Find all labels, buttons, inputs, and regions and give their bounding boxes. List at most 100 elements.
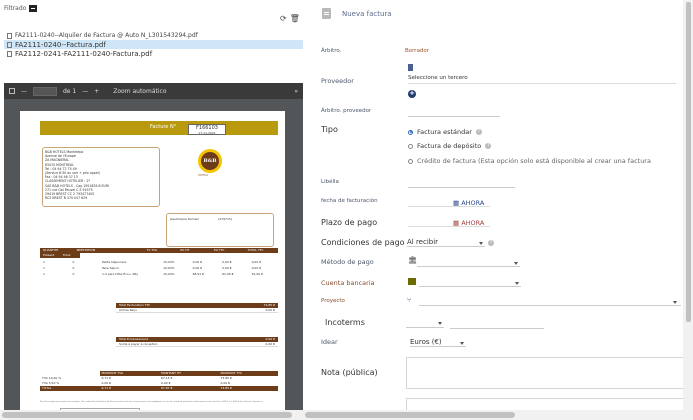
logo-caption: HOTELS — [198, 174, 208, 177]
page-number-input[interactable] — [33, 86, 57, 96]
bank-building-icon: 🏛 — [408, 256, 417, 264]
info-icon: ? — [485, 143, 492, 149]
currency-select[interactable]: Euros (€) — [410, 338, 466, 347]
file-list: FA2111-0240--Alquiler de Factura @ Auto … — [4, 31, 303, 58]
plazo-label: Plazo de pago — [321, 218, 378, 227]
libelle-input[interactable] — [408, 187, 515, 188]
fine-print: Pas d'escompte pour paiement anticipé. U… — [40, 401, 264, 403]
chevron-down-icon[interactable] — [673, 301, 677, 304]
cell: 1 — [43, 272, 45, 276]
plazo-now-button[interactable]: ▦ AHORA — [453, 219, 484, 227]
fecha-now-button[interactable]: ▦ AHORA — [453, 199, 484, 207]
incoterms-location-input[interactable] — [450, 328, 544, 329]
radio-credit-invoice: Crédito de factura (Esta opción solo est… — [408, 157, 651, 165]
file-item[interactable]: FA2112-0241-FA2111-0240-Factura.pdf — [4, 49, 303, 58]
cell: 0 — [72, 272, 75, 276]
subcol-header: Futur — [63, 253, 71, 257]
fecha-label: fecha de facturación — [321, 198, 378, 204]
cuenta-label: Cuenta bancaria — [321, 279, 375, 287]
public-note-textarea[interactable] — [406, 357, 689, 389]
vertical-scrollbar-thumb[interactable] — [686, 2, 691, 322]
items-table: 1 0 Petits Déjeuners 10,00% 0,00 € 0,00 … — [40, 259, 278, 277]
horizontal-scrollbar-thumb[interactable] — [305, 412, 515, 418]
add-third-party-icon[interactable]: + — [408, 90, 416, 98]
bank-account-icon — [408, 278, 416, 285]
chevron-down-icon[interactable] — [479, 242, 483, 245]
chevron-down-icon[interactable] — [514, 262, 518, 265]
third-party-select[interactable]: Seleccione un tercero — [408, 75, 468, 81]
arbitro-proveedor-label: Árbitro. proveedor — [321, 108, 372, 114]
file-name: FA2111-0240--Alquiler de Factura @ Auto … — [15, 32, 198, 39]
page-title: Nueva factura — [342, 10, 392, 18]
vat-total-row: TOTAL 6,71 € 67,87 € 74,85 € — [40, 386, 278, 391]
refresh-icon[interactable]: ⟳ — [280, 14, 287, 23]
invoice-date: 17-11-2021 — [198, 131, 216, 135]
document-pane: Filtrado ⟳ 🗑 FA2111-0240--Alquiler de Fa… — [0, 0, 303, 420]
tools-menu-icon[interactable]: » — [294, 88, 298, 95]
incoterms-label: Incoterms — [325, 318, 365, 327]
col-header: Tx TVA — [146, 248, 158, 252]
proveedor-label: Proveedor — [321, 77, 354, 85]
project-icon: ⑂ — [407, 296, 412, 304]
radio-dot[interactable] — [408, 129, 413, 135]
cell: 74,85 € — [218, 386, 278, 391]
radio-deposit-invoice[interactable]: Factura de depósito ? — [408, 142, 492, 150]
pdf-viewer: — de 1 — + Zoom automático » Facture N° … — [4, 83, 303, 414]
client-box: Gascharpie Romain (479715) — [166, 213, 274, 247]
cell: 6,71 € — [99, 386, 159, 391]
col-header: PU TTC — [213, 248, 225, 252]
radio-label: Factura de depósito — [417, 142, 482, 150]
subcol-header: Présent — [43, 253, 55, 257]
invoice-icon — [322, 8, 331, 19]
cell: 68,91 € — [192, 272, 205, 276]
bank-account-select[interactable] — [419, 278, 521, 287]
vat-table: MONTANT TVA MONTANT HT MONTANT TTC TVA 1… — [40, 371, 278, 391]
app-root: Filtrado ⟳ 🗑 FA2111-0240--Alquiler de Fa… — [0, 0, 693, 420]
chevron-down-icon[interactable] — [438, 322, 442, 325]
col-header: PRESTATION — [76, 248, 95, 252]
left-scrollbar-thumb[interactable] — [2, 412, 292, 418]
table-row: 1 0 1-4 pers Hôte Eco+ 2Ny 10,00% 68,91 … — [40, 271, 278, 277]
metodo-label: Método de pago — [321, 258, 374, 266]
filter-toggle-button[interactable] — [29, 5, 38, 12]
zoom-out-icon[interactable]: — — [21, 88, 27, 95]
payment-terms-select[interactable]: Al recibir — [407, 238, 485, 247]
file-item[interactable]: FA2111-0240--Alquiler de Factura @ Auto … — [4, 31, 303, 40]
payment-method-select[interactable] — [417, 258, 520, 267]
file-icon — [7, 41, 12, 48]
radio-label: Crédito de factura (Esta opción solo est… — [417, 157, 651, 165]
file-item-selected[interactable]: FA2111-0240--Factura.pdf — [4, 40, 303, 49]
chevron-down-icon[interactable] — [460, 342, 464, 345]
cell: TOTAL — [40, 386, 100, 391]
radio-label: Factura estándar — [417, 128, 472, 136]
third-party-underline — [408, 83, 676, 84]
arbitro-label: Árbitro. — [321, 48, 342, 54]
tipo-label: Tipo — [321, 125, 338, 134]
client-name: Gascharpie Romain — [170, 217, 200, 221]
zoom-select[interactable]: Zoom automático — [113, 88, 166, 95]
chevron-down-icon[interactable] — [515, 282, 519, 285]
arrhes-value: 0,00 € — [265, 308, 275, 312]
select-value: Euros (€) — [410, 338, 442, 346]
invoice-address-box: B&B HOTELS Montelepo Avenue de l'Europe … — [42, 147, 160, 207]
totals-block: Total Facturation TTC 74,85 € Arrhes Reç… — [116, 303, 278, 313]
solde-label: Solde à payer à réception — [119, 342, 158, 346]
invoice-title: Facture N° — [150, 124, 177, 130]
info-icon: ? — [488, 240, 494, 246]
zoom-plus-icon[interactable]: + — [94, 88, 99, 95]
sidebar-toggle-icon[interactable] — [9, 88, 15, 94]
project-select[interactable] — [419, 297, 681, 306]
radio-dot[interactable] — [408, 143, 413, 149]
zoom-minus-icon[interactable]: — — [82, 88, 88, 95]
now-label: AHORA — [461, 199, 485, 207]
cell: 67,87 € — [159, 386, 219, 391]
trash-icon[interactable]: 🗑 — [290, 14, 300, 23]
solde-row: Solde à payer à réception 0,00 € — [116, 342, 278, 347]
radio-standard-invoice[interactable]: Factura estándar ? — [408, 128, 482, 136]
idear-label: Idear — [321, 338, 338, 346]
pdf-toolbar: — de 1 — + Zoom automático » — [4, 83, 303, 99]
select-value: Al recibir — [407, 238, 439, 246]
ref-supplier-input[interactable] — [408, 116, 500, 117]
user-icon — [408, 64, 413, 71]
cell: 1-4 pers Hôte Eco+ 2Ny — [101, 272, 139, 276]
